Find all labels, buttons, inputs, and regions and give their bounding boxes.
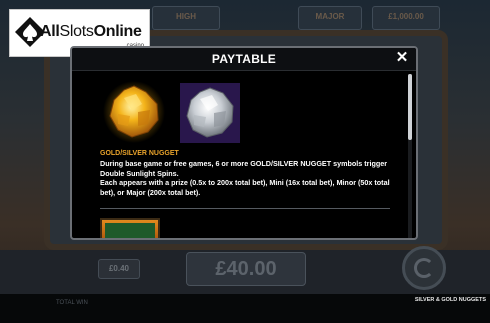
jackpot-label-major: MAJOR [315, 12, 345, 21]
jackpot-label-high: HIGH [176, 12, 196, 21]
modal-title: PAYTABLE [211, 52, 277, 66]
total-bet-display: £40.00 [186, 252, 306, 286]
description-paragraph-2: Each appears with a prize (0.5x to 200x … [100, 178, 390, 197]
modal-header: PAYTABLE ✕ [72, 48, 416, 71]
spin-button[interactable] [402, 246, 446, 290]
logo-word-online: Online [93, 23, 142, 40]
gold-nugget-icon [103, 81, 165, 143]
game-name: SILVER & GOLD NUGGETS [414, 297, 486, 303]
description-paragraph-1: During base game or free games, 6 or mor… [100, 159, 388, 178]
section-title: GOLD/SILVER NUGGET [100, 150, 179, 157]
jackpot-box-high: HIGH [152, 6, 220, 30]
jackpot-amount: £1,000.00 [388, 12, 424, 21]
footer-left-text: TOTAL WIN [56, 300, 88, 306]
jackpot-box-amount: £1,000.00 [372, 6, 440, 30]
close-button[interactable]: ✕ [394, 50, 410, 66]
section-description: During base game or free games, 6 or mor… [100, 159, 390, 197]
scroll-thumb[interactable] [408, 74, 412, 140]
jackpot-box-major: MAJOR [298, 6, 362, 30]
logo-wordmark: AllSlotsOnline [40, 23, 142, 41]
paytable-modal: PAYTABLE ✕ GOLD/SILVER NUGGET During bas… [70, 46, 418, 240]
next-symbol-preview [100, 218, 160, 238]
logo-word-all: All [40, 23, 60, 40]
silver-nugget-icon [180, 83, 240, 143]
divider [100, 208, 390, 209]
bet-value[interactable]: £0.40 [98, 259, 140, 279]
logo-word-slots: Slots [59, 23, 94, 40]
